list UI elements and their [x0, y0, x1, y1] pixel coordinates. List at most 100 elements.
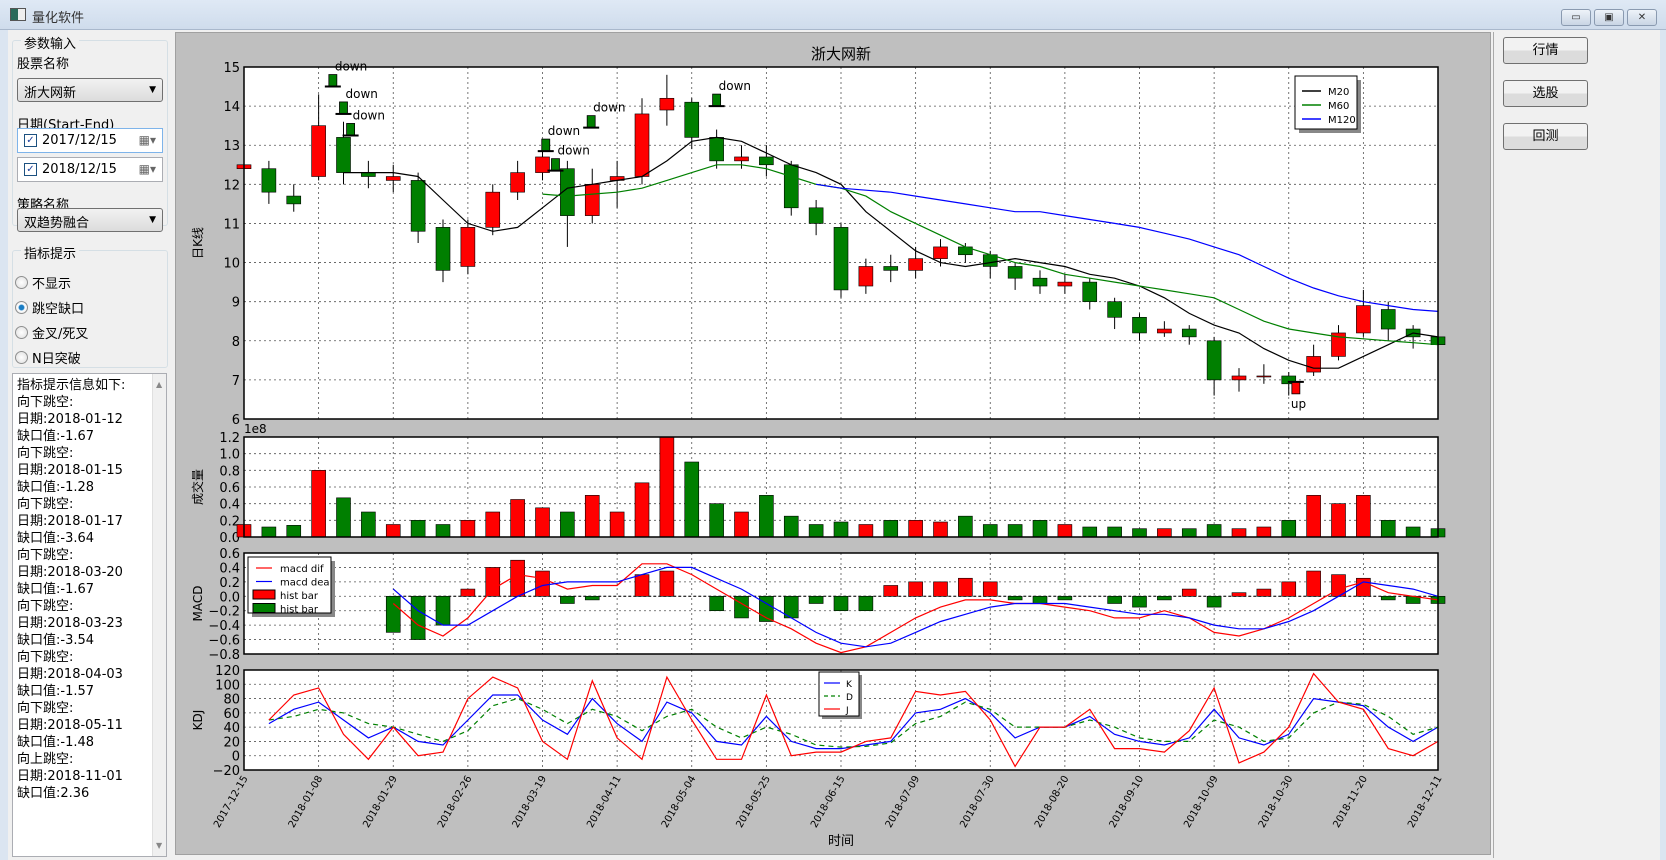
macd-legend: macd dif macd dea hist bar hist bar: [247, 556, 335, 617]
vertical-scrollbar[interactable]: ▲ ▼: [152, 374, 166, 856]
candle-body: [659, 97, 675, 111]
market-button[interactable]: 行情: [1503, 37, 1588, 64]
macd-hist-bar: [858, 595, 874, 612]
volume-bar: [783, 515, 799, 538]
end-date-checkbox[interactable]: ✓: [24, 163, 37, 176]
volume-bar: [734, 511, 749, 538]
indicator-group-title: 指标提示: [21, 243, 80, 262]
indicator-info-textarea[interactable]: 指标提示信息如下: 向下跳空: 日期:2018-01-12 缺口值:-1.67 向下跳空…: [12, 373, 167, 857]
y-tick-label: −0.4: [208, 619, 240, 634]
y-tick-label: 80: [223, 693, 240, 708]
start-date-picker[interactable]: ✓ 2017/12/15 ▦▾: [17, 128, 163, 153]
y-tick-label: 10: [223, 257, 240, 272]
macd-hist-bar: [385, 595, 401, 633]
info-line: 缺口值:-1.28: [17, 480, 95, 495]
candle-body: [286, 195, 302, 205]
radio-label: 金叉/死叉: [32, 327, 89, 342]
up-arrow-icon: [1291, 381, 1301, 395]
candle-body: [460, 227, 476, 267]
volume-bar: [1306, 495, 1321, 538]
volume-bar: [958, 515, 973, 538]
volume-bar: [1206, 524, 1222, 538]
legend-label: M120: [1328, 115, 1356, 126]
x-tick-label: 2018-07-30: [958, 774, 997, 830]
volume-bar: [361, 511, 376, 538]
stock-select[interactable]: 浙大网新 ▼: [17, 78, 163, 102]
volume-bar: [833, 521, 849, 538]
end-date-picker[interactable]: ✓ 2018/12/15 ▦▾: [17, 157, 163, 182]
candle-body: [1007, 266, 1023, 279]
left-panel: 参数输入 股票名称 浙大网新 ▼ 日期(Start-End) ✓ 2017/12/1…: [10, 32, 170, 858]
calendar-icon[interactable]: ▦▾: [139, 133, 156, 147]
x-tick-label: 2018-01-29: [361, 774, 400, 830]
minimize-button[interactable]: ▭: [1561, 9, 1591, 26]
info-line: 缺口值:-1.67: [17, 582, 95, 597]
legend-patch: [252, 589, 276, 600]
info-line: 缺口值:-3.54: [17, 633, 95, 648]
y-axis-label: 成交量: [190, 469, 205, 505]
down-arrow-icon: [586, 115, 596, 129]
y-tick-label: 8: [232, 335, 240, 350]
info-line: 向下跳空:: [17, 395, 74, 410]
info-line: 日期:2018-01-12: [17, 412, 123, 427]
info-line: 日期:2018-01-15: [17, 463, 123, 478]
backtest-button[interactable]: 回测: [1503, 123, 1588, 150]
radio-cross[interactable]: 金叉/死叉: [15, 323, 88, 342]
gap-annotation: down: [346, 87, 378, 101]
stock-pick-button[interactable]: 选股: [1503, 80, 1588, 107]
candle-body: [410, 180, 426, 232]
x-tick-label: 2018-08-20: [1033, 774, 1072, 830]
volume-bar: [1132, 528, 1147, 538]
close-button[interactable]: ✕: [1627, 9, 1657, 26]
start-date-checkbox[interactable]: ✓: [24, 134, 37, 147]
candle-body: [336, 137, 351, 173]
macd-hist-bar: [958, 577, 973, 597]
y-tick-label: 20: [223, 735, 240, 750]
y-tick-label: 60: [223, 707, 240, 722]
macd-hist-bar: [659, 570, 675, 597]
radio-circle-icon: [15, 326, 28, 339]
y-tick-label: 40: [223, 721, 240, 736]
radio-circle-icon: [15, 301, 28, 314]
chevron-down-icon: ▼: [149, 85, 156, 95]
volume-bar: [709, 503, 724, 538]
maximize-button[interactable]: ▣: [1594, 9, 1624, 26]
right-panel: 行情 选股 回测: [1493, 32, 1660, 858]
stock-chart: 浙大网新6789101112131415日K线downdowndowndownd…: [190, 45, 1446, 849]
volume-bar: [1082, 526, 1098, 538]
y-tick-label: −0.2: [208, 605, 240, 620]
macd-hist-bar: [1157, 595, 1172, 601]
volume-bar: [1380, 520, 1396, 538]
candle-body: [535, 156, 550, 173]
info-line: 缺口值:-3.64: [17, 531, 95, 546]
end-date-value: 2018/12/15: [42, 162, 117, 177]
candle-body: [833, 227, 849, 291]
y-tick-label: 0.0: [219, 590, 240, 605]
radio-none[interactable]: 不显示: [15, 273, 71, 292]
volume-bar: [510, 499, 525, 538]
calendar-icon[interactable]: ▦▾: [139, 162, 156, 176]
y-tick-label: 100: [215, 678, 240, 693]
start-date-value: 2017/12/15: [42, 133, 117, 148]
gap-annotation: up: [1291, 397, 1306, 411]
volume-bar: [1281, 520, 1297, 538]
radio-gap[interactable]: 跳空缺口: [15, 298, 84, 317]
info-line: 日期:2018-04-03: [17, 667, 123, 682]
macd-hist-bar: [485, 567, 501, 597]
legend-label: M20: [1328, 87, 1349, 98]
macd-hist-bar: [584, 595, 600, 601]
macd-hist-bar: [933, 581, 948, 597]
candle-body: [435, 227, 451, 271]
info-line: 向下跳空:: [17, 497, 74, 512]
volume-bar: [982, 524, 998, 538]
radio-breakout[interactable]: N日突破: [15, 348, 81, 367]
strategy-select[interactable]: 双趋势融合 ▼: [17, 208, 163, 232]
scroll-down-icon[interactable]: ▼: [156, 837, 162, 854]
info-line: 向下跳空:: [17, 446, 74, 461]
x-tick-label: 2018-01-08: [287, 774, 326, 830]
volume-bar: [1157, 528, 1172, 538]
macd-hist-bar: [1107, 595, 1122, 604]
scroll-up-icon[interactable]: ▲: [156, 376, 162, 393]
candle-body: [1380, 309, 1396, 330]
info-line: 向下跳空:: [17, 599, 74, 614]
